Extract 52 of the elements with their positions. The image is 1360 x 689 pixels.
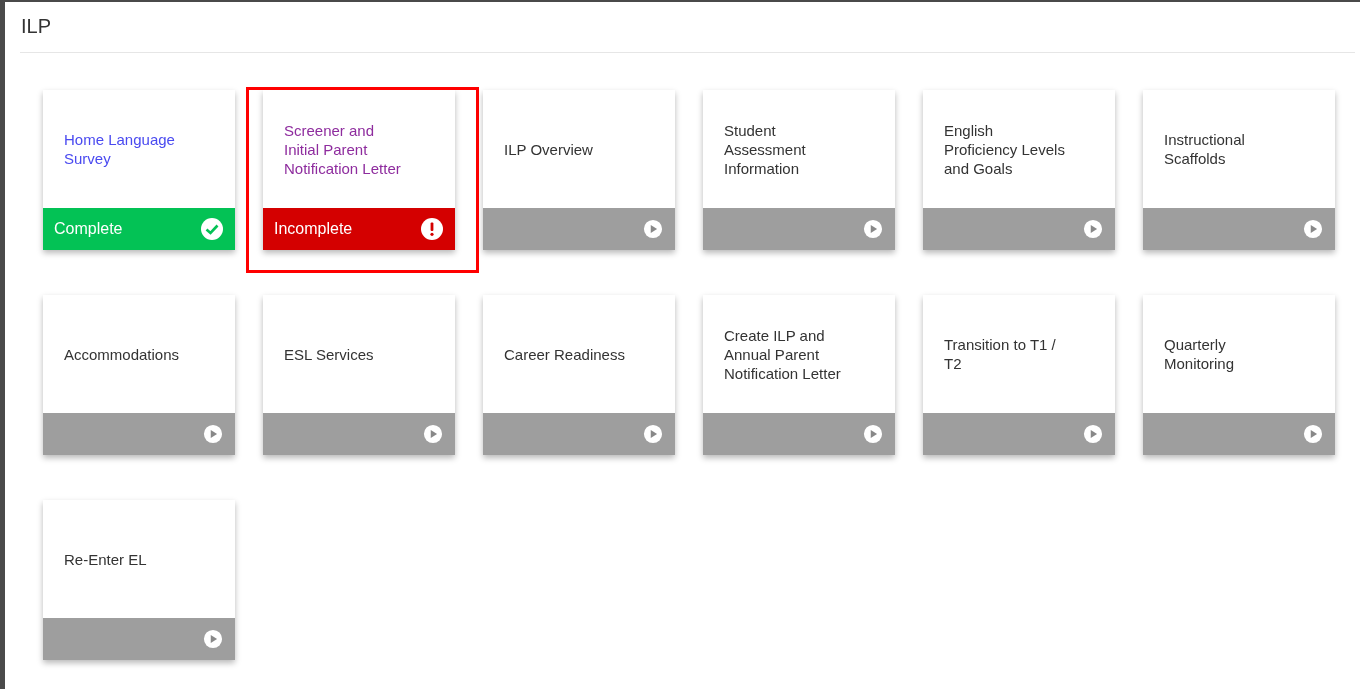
play-icon	[203, 424, 223, 444]
module-card[interactable]: Screener and Initial Parent Notification Letter Incomplete	[263, 90, 455, 250]
module-card[interactable]: Accommodations	[43, 295, 235, 455]
card-title[interactable]: English Proficiency Levels and Goals	[944, 120, 1068, 178]
module-card[interactable]: Quarterly Monitoring	[1143, 295, 1335, 455]
start-bar[interactable]	[703, 413, 895, 455]
play-icon	[1303, 424, 1323, 444]
alert-icon	[421, 218, 443, 240]
play-icon	[423, 424, 443, 444]
module-card[interactable]: ESL Services	[263, 295, 455, 455]
start-bar[interactable]	[923, 208, 1115, 250]
card-title[interactable]: Screener and Initial Parent Notification Letter	[284, 120, 408, 178]
start-bar[interactable]	[1143, 413, 1335, 455]
start-bar[interactable]	[263, 413, 455, 455]
status-bar[interactable]: Incomplete	[263, 208, 455, 250]
card-title[interactable]: Student Assessment Information	[724, 120, 848, 178]
play-icon	[863, 219, 883, 239]
play-icon	[1083, 424, 1103, 444]
card-title[interactable]: Create ILP and Annual Parent Notification Letter	[724, 325, 848, 383]
play-icon	[1083, 219, 1103, 239]
module-card[interactable]: English Proficiency Levels and Goals	[923, 90, 1115, 250]
start-bar[interactable]	[43, 618, 235, 660]
card-title[interactable]: ESL Services	[284, 344, 408, 364]
play-icon	[203, 629, 223, 649]
start-bar[interactable]	[43, 413, 235, 455]
card-title[interactable]: Quarterly Monitoring	[1164, 335, 1288, 373]
start-bar[interactable]	[703, 208, 895, 250]
check-icon	[201, 218, 223, 240]
card-title[interactable]: Home Language Survey	[64, 130, 188, 168]
play-icon	[643, 219, 663, 239]
card-title[interactable]: Instructional Scaffolds	[1164, 130, 1288, 168]
card-title[interactable]: Transition to T1 / T2	[944, 335, 1068, 373]
start-bar[interactable]	[1143, 208, 1335, 250]
card-title[interactable]: Accommodations	[64, 344, 188, 364]
module-card[interactable]: Home Language Survey Complete	[43, 90, 235, 250]
start-bar[interactable]	[923, 413, 1115, 455]
start-bar[interactable]	[483, 413, 675, 455]
play-icon	[643, 424, 663, 444]
page-title: ILP	[20, 14, 53, 38]
module-card[interactable]: Re-Enter EL	[43, 500, 235, 660]
card-title[interactable]: ILP Overview	[504, 139, 628, 159]
card-title[interactable]: Career Readiness	[504, 344, 628, 364]
module-card[interactable]: Student Assessment Information	[703, 90, 895, 250]
module-card[interactable]: Create ILP and Annual Parent Notification Letter	[703, 295, 895, 455]
module-card[interactable]: ILP Overview	[483, 90, 675, 250]
module-card[interactable]: Career Readiness	[483, 295, 675, 455]
module-card[interactable]: Transition to T1 / T2	[923, 295, 1115, 455]
start-bar[interactable]	[483, 208, 675, 250]
module-card[interactable]: Instructional Scaffolds	[1143, 90, 1335, 250]
card-title[interactable]: Re-Enter EL	[64, 549, 188, 569]
play-icon	[863, 424, 883, 444]
play-icon	[1303, 219, 1323, 239]
